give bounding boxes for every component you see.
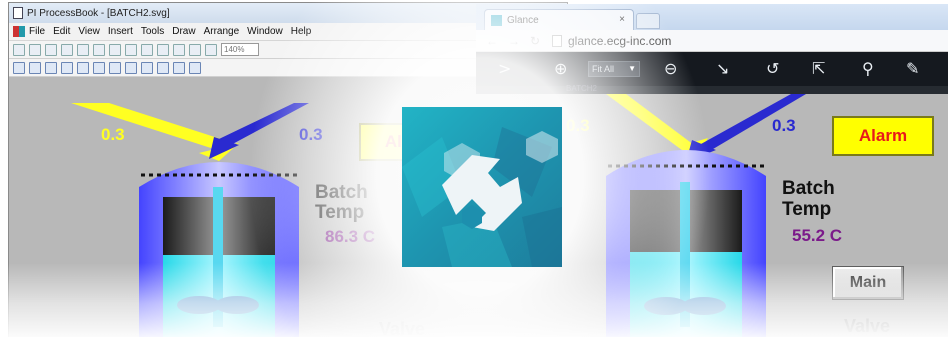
arc-icon[interactable] <box>77 61 89 74</box>
wrench-logo-icon <box>402 127 562 267</box>
save-icon[interactable] <box>45 43 57 56</box>
flow-value-left: 0.3 <box>101 125 125 144</box>
processbook-app-icon <box>13 7 23 19</box>
flow-arrow-yellow <box>71 103 221 149</box>
ellipse-icon[interactable] <box>61 61 73 74</box>
forward-arrow-icon[interactable]: → <box>508 34 522 48</box>
symbol-icon[interactable] <box>157 61 169 74</box>
refresh-icon[interactable] <box>157 43 169 56</box>
button-tool-icon[interactable] <box>173 61 185 74</box>
back-icon[interactable] <box>173 43 185 56</box>
new-icon[interactable] <box>13 43 25 56</box>
print-icon[interactable] <box>61 43 73 56</box>
batch-label: Batch <box>315 182 368 203</box>
batch-temp-value: 86.3 C <box>325 227 376 246</box>
flow-value-right: 0.3 <box>299 125 323 144</box>
window-title: PI ProcessBook - [BATCH2.svg] <box>27 7 170 19</box>
paste-icon[interactable] <box>125 43 137 56</box>
url-field[interactable]: glance.ecg-inc.com <box>568 34 671 48</box>
history-icon[interactable]: ↺ <box>766 59 779 78</box>
zoom-select[interactable]: 140% <box>221 43 259 56</box>
annotate-icon[interactable]: ✎ <box>906 59 919 78</box>
agitator-blade <box>215 296 259 314</box>
menu-tools[interactable]: Tools <box>141 26 164 37</box>
pointer-icon[interactable] <box>13 61 25 74</box>
screenshot-collage: PI ProcessBook - [BATCH2.svg] File Edit … <box>0 0 948 337</box>
browser-tabstrip: Glance × <box>476 4 948 30</box>
browser-favicon <box>491 14 502 26</box>
trend-icon[interactable]: ↘ <box>716 59 729 78</box>
xy-plot-icon[interactable] <box>141 61 153 74</box>
fit-select-label: Fit All <box>592 64 615 74</box>
agitator-blade <box>177 296 221 314</box>
tab-title: Glance <box>507 14 539 26</box>
reload-icon[interactable]: ↻ <box>530 34 544 48</box>
expand-arrow-icon[interactable]: > <box>498 59 511 78</box>
agitator-blade <box>682 297 726 315</box>
glance-logo <box>402 107 562 267</box>
back-arrow-icon[interactable]: ← <box>486 34 500 48</box>
batch-temp-value: 55.2 C <box>792 226 843 245</box>
bar-icon[interactable] <box>109 61 121 74</box>
line-icon[interactable] <box>29 61 41 74</box>
tab-glance[interactable]: Glance × <box>484 9 634 30</box>
new-tab-button[interactable] <box>636 13 660 29</box>
image-icon[interactable] <box>189 61 201 74</box>
fit-select[interactable]: Fit All ▼ <box>588 61 640 77</box>
batch-label: Batch <box>782 178 835 199</box>
cut-icon[interactable] <box>93 43 105 56</box>
trend-tool-icon[interactable] <box>125 61 137 74</box>
open-icon[interactable] <box>29 43 41 56</box>
copy-icon[interactable] <box>109 43 121 56</box>
menu-insert[interactable]: Insert <box>108 26 133 37</box>
display-title: BATCH2 <box>566 84 597 93</box>
flow-value-left: 0.3 <box>566 116 590 135</box>
run-icon[interactable] <box>141 43 153 56</box>
menu-edit[interactable]: Edit <box>53 26 70 37</box>
address-bar: ← → ↻ glance.ecg-inc.com <box>476 30 948 52</box>
temp-label: Temp <box>782 199 832 220</box>
rectangle-icon[interactable] <box>45 61 57 74</box>
forward-icon[interactable] <box>189 43 201 56</box>
tab-close-icon[interactable]: × <box>619 14 625 25</box>
zoom-in-icon[interactable]: ⊕ <box>554 59 567 78</box>
menu-window[interactable]: Window <box>247 26 283 37</box>
alarm-indicator: Alarm <box>832 116 934 156</box>
zoom-out-icon[interactable]: ⊖ <box>664 59 677 78</box>
menu-view[interactable]: View <box>78 26 100 37</box>
export-icon[interactable]: ⇱ <box>812 59 825 78</box>
page-icon <box>552 34 562 47</box>
preview-icon[interactable] <box>77 43 89 56</box>
valve-label: Valve <box>844 316 891 336</box>
glance-toolbar: > ⊕ Fit All ▼ ⊖ ↘ ↺ ⇱ ⚲ ✎ <box>476 52 948 86</box>
flow-arrow-blue <box>219 103 309 147</box>
main-button[interactable]: Main <box>832 266 904 300</box>
dropdown-icon: ▼ <box>628 64 636 73</box>
menu-arrange[interactable]: Arrange <box>204 26 240 37</box>
agitator-blade <box>644 297 688 315</box>
menu-help[interactable]: Help <box>291 26 312 37</box>
search-icon[interactable]: ⚲ <box>862 59 874 78</box>
value-icon[interactable] <box>93 61 105 74</box>
menu-draw[interactable]: Draw <box>172 26 195 37</box>
menu-file[interactable]: File <box>29 26 45 37</box>
flow-value-right: 0.3 <box>772 116 796 135</box>
glance-subbar: BATCH2 <box>476 84 948 94</box>
valve-label: Valve <box>379 319 426 337</box>
app-menu-icon[interactable] <box>13 26 25 37</box>
grid-icon[interactable] <box>205 43 217 56</box>
temp-label: Temp <box>315 202 365 223</box>
